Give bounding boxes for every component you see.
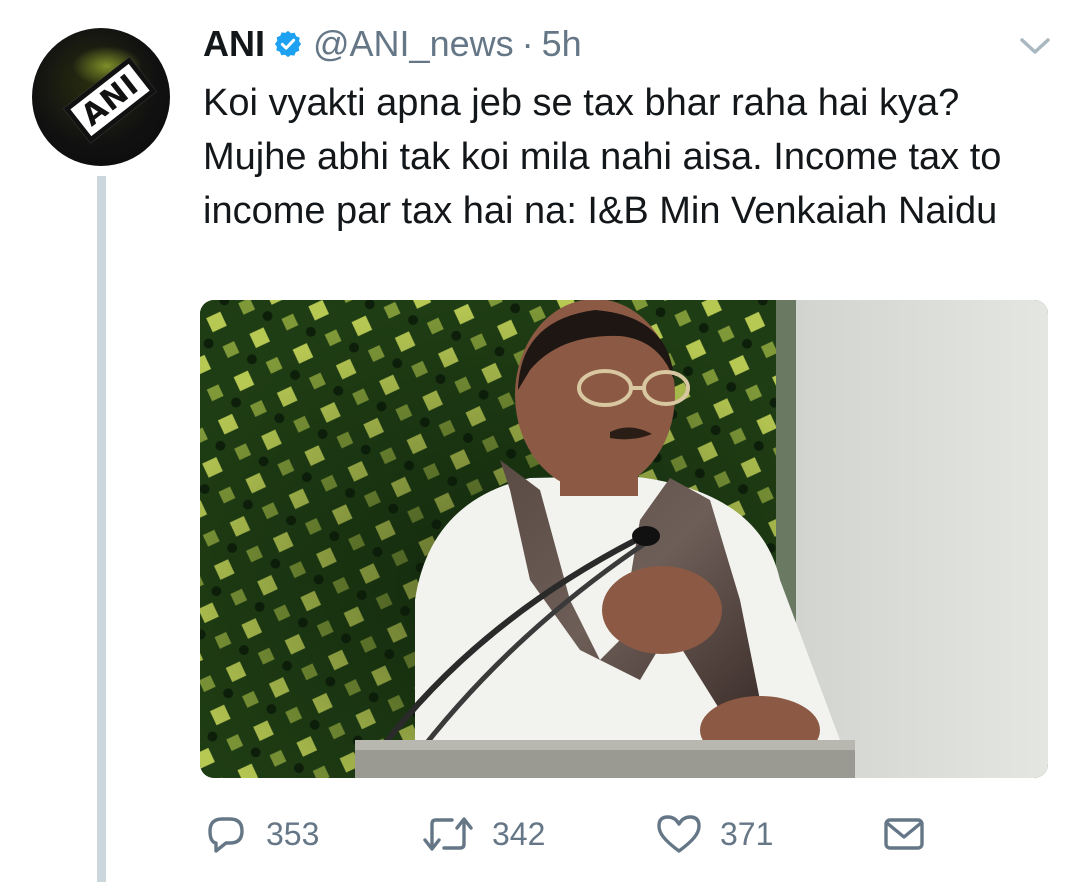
like-button[interactable]: 371 <box>656 806 773 862</box>
tweet-photo[interactable] <box>200 300 1048 778</box>
envelope-icon <box>884 818 924 850</box>
direct-message-button[interactable] <box>882 806 944 862</box>
tweet-header: ANI @ANI_news · 5h <box>203 22 582 66</box>
retweet-icon <box>423 817 473 851</box>
chevron-down-icon[interactable] <box>1018 34 1052 58</box>
tweet-text: Koi vyakti apna jeb se tax bhar raha hai… <box>203 82 1002 232</box>
author-handle[interactable]: @ANI_news <box>313 23 514 65</box>
retweet-count: 342 <box>492 815 546 852</box>
reply-button[interactable]: 353 <box>204 806 319 862</box>
reply-count: 353 <box>266 815 320 852</box>
verified-badge-icon <box>273 29 303 59</box>
retweet-button[interactable]: 342 <box>422 806 545 862</box>
tweet-actions: 353 342 371 <box>200 806 1000 862</box>
tweet[interactable]: ANI ANI @ANI_news · 5h Koi vyakti apna j… <box>0 0 1080 882</box>
heart-icon <box>657 815 701 853</box>
like-count: 371 <box>720 815 774 852</box>
avatar[interactable]: ANI <box>32 28 170 166</box>
header-separator: · <box>521 23 534 64</box>
thread-line <box>97 176 106 882</box>
author-name[interactable]: ANI <box>203 23 265 65</box>
tweet-timestamp[interactable]: 5h <box>542 23 582 65</box>
reply-icon <box>208 817 244 853</box>
